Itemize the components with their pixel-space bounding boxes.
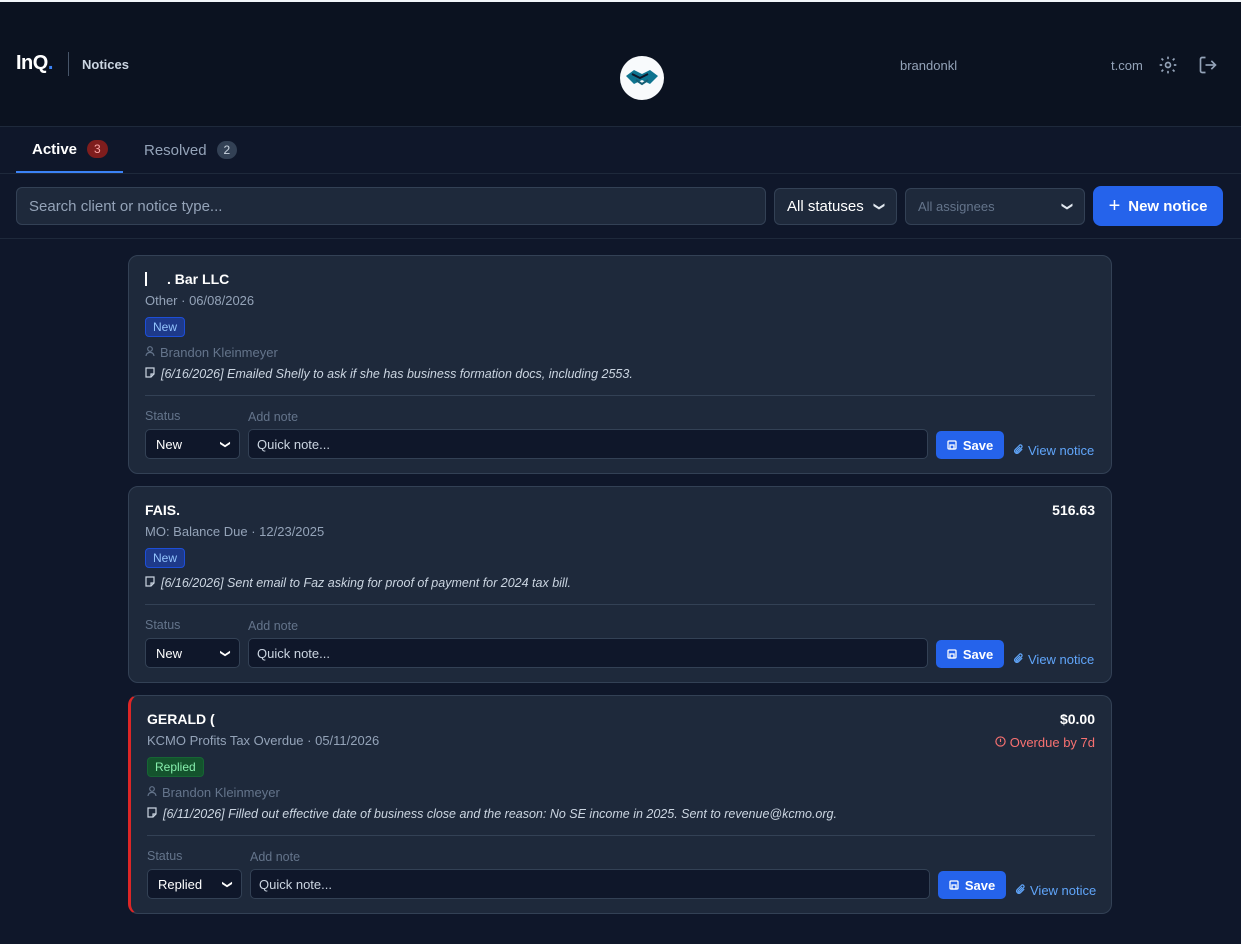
alert-circle-icon [995, 735, 1006, 750]
redaction-mark [145, 272, 167, 286]
chevron-down-icon: ❯ [872, 201, 885, 212]
select-value: All assignees [918, 199, 995, 214]
notice-meta: KCMO Profits Tax Overdue · 05/11/2026 [147, 733, 380, 748]
plus-icon: + [1108, 195, 1121, 217]
card-divider [147, 835, 1095, 836]
button-label: New notice [1128, 197, 1208, 215]
assignee-line: Brandon Kleinmeyer [147, 785, 280, 800]
status-select[interactable]: New ❯ [145, 429, 240, 459]
notice-meta: MO: Balance Due · 12/23/2025 [145, 524, 325, 539]
assignee-name: Brandon Kleinmeyer [160, 345, 278, 360]
overdue-text: Overdue by 7d [1009, 735, 1095, 750]
button-label: Save [962, 646, 994, 662]
add-note-label: Add note [250, 850, 301, 864]
section-title: Notices [82, 57, 129, 72]
chevron-down-icon: ❯ [219, 439, 231, 449]
select-value: Replied [158, 876, 203, 892]
notice-meta: Other · 06/08/2026 [145, 293, 255, 308]
status-label: Status [147, 849, 183, 863]
notice-card: FAIS. 516.63 MO: Balance Due · 12/23/202… [128, 486, 1112, 683]
status-label: Status [145, 409, 181, 423]
client-name[interactable]: GERALD ( [147, 711, 215, 727]
user-icon [147, 785, 157, 800]
view-notice-link[interactable]: View notice [1013, 652, 1094, 667]
status-label: Status [145, 618, 181, 632]
note-icon [147, 807, 157, 821]
assignee-name: Brandon Kleinmeyer [162, 785, 280, 800]
quick-note-input[interactable] [248, 638, 928, 668]
status-select[interactable]: New ❯ [145, 638, 240, 668]
overdue-indicator: Overdue by 7d [995, 735, 1095, 750]
notice-card: . Bar LLC Other · 06/08/2026 New Brandon… [128, 255, 1112, 474]
latest-note: [6/11/2026] Filled out effective date of… [147, 807, 837, 821]
gear-icon[interactable] [1158, 55, 1178, 75]
tab-active[interactable]: Active 3 [16, 127, 123, 173]
chevron-down-icon: ❯ [221, 879, 233, 889]
status-badge: New [145, 317, 186, 337]
note-text: [6/16/2026] Sent email to Faz asking for… [161, 576, 571, 590]
tab-bar: Active 3 Resolved 2 [0, 127, 1241, 174]
quick-note-input[interactable] [250, 869, 930, 899]
assignee-filter-select[interactable]: All assignees ❯ [905, 188, 1085, 225]
status-filter-select[interactable]: All statuses ❯ [774, 188, 897, 225]
add-note-label: Add note [248, 410, 299, 424]
client-name[interactable]: FAIS. [145, 502, 180, 518]
header-divider [68, 52, 69, 76]
link-label: View notice [1028, 443, 1095, 458]
save-button[interactable]: Save [938, 871, 1006, 899]
chevron-down-icon: ❯ [1060, 201, 1073, 212]
search-input[interactable] [16, 187, 766, 225]
tab-label: Active [32, 140, 78, 158]
note-text: [6/11/2026] Filled out effective date of… [163, 807, 837, 821]
amount-due: 516.63 [1052, 502, 1095, 518]
add-note-label: Add note [248, 619, 299, 633]
save-button[interactable]: Save [936, 640, 1004, 668]
select-value: New [156, 436, 183, 452]
select-value: New [156, 645, 183, 661]
paperclip-icon [1015, 883, 1026, 898]
user-domain: t.com [1111, 58, 1143, 73]
card-divider [145, 604, 1095, 605]
count-badge: 3 [87, 140, 108, 158]
notice-card-overdue: GERALD ( $0.00 KCMO Profits Tax Overdue … [128, 695, 1112, 914]
app-logo[interactable]: InQ. [16, 52, 53, 75]
link-label: View notice [1030, 883, 1097, 898]
card-divider [145, 395, 1095, 396]
status-badge: New [145, 548, 186, 568]
user-icon [145, 345, 155, 360]
save-icon [949, 878, 959, 893]
tab-resolved[interactable]: Resolved 2 [128, 127, 238, 173]
note-icon [145, 367, 155, 381]
latest-note: [6/16/2026] Sent email to Faz asking for… [145, 576, 571, 590]
save-icon [947, 647, 957, 662]
client-name[interactable]: . Bar LLC [145, 271, 229, 287]
latest-note: [6/16/2026] Emailed Shelly to ask if she… [145, 367, 633, 381]
select-value: All statuses [787, 198, 864, 215]
view-notice-link[interactable]: View notice [1015, 883, 1096, 898]
brand-handshake-icon [620, 56, 664, 100]
button-label: Save [964, 877, 996, 893]
note-text: [6/16/2026] Emailed Shelly to ask if she… [161, 367, 633, 381]
app-header: InQ. Notices brandonkl t.com [0, 2, 1241, 127]
paperclip-icon [1013, 443, 1024, 458]
status-badge: Replied [147, 757, 204, 777]
assignee-line: Brandon Kleinmeyer [145, 345, 278, 360]
amount-due: $0.00 [1059, 711, 1095, 727]
save-icon [947, 438, 957, 453]
tab-label: Resolved [144, 141, 207, 159]
view-notice-link[interactable]: View notice [1013, 443, 1094, 458]
logout-icon[interactable] [1198, 55, 1218, 75]
button-label: Save [962, 437, 994, 453]
user-name: brandonkl [900, 58, 958, 73]
count-badge: 2 [216, 141, 238, 159]
paperclip-icon [1013, 652, 1024, 667]
new-notice-button[interactable]: + New notice [1093, 186, 1223, 226]
note-icon [145, 576, 155, 590]
quick-note-input[interactable] [248, 429, 928, 459]
save-button[interactable]: Save [936, 431, 1004, 459]
filter-toolbar: All statuses ❯ All assignees ❯ + New not… [0, 175, 1241, 239]
chevron-down-icon: ❯ [219, 648, 231, 658]
link-label: View notice [1028, 652, 1095, 667]
status-select[interactable]: Replied ❯ [147, 869, 242, 899]
